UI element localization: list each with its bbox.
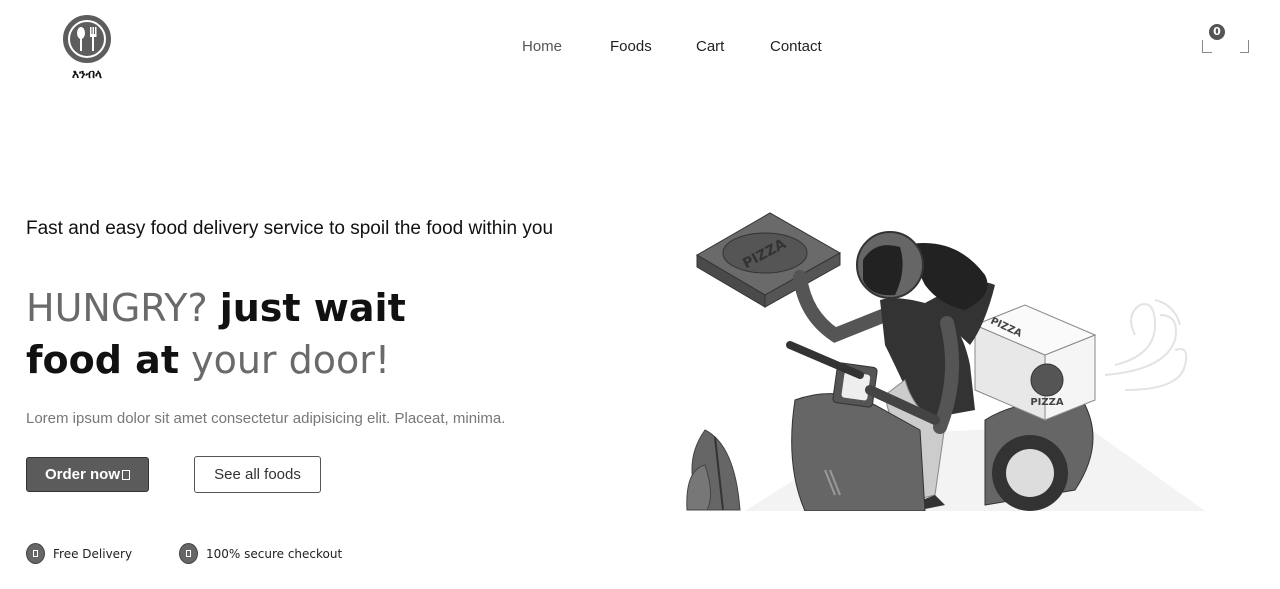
delivery-illustration: PIZZA PIZZA PIZZA	[686, 212, 1205, 511]
user-icon[interactable]	[1240, 40, 1249, 53]
nav-foods[interactable]: Foods	[610, 38, 652, 55]
feature-free-delivery: Free Delivery	[26, 543, 132, 564]
headline-accent-1: HUNGRY?	[26, 286, 208, 330]
logo[interactable]: እንብላ	[62, 15, 112, 82]
feature-label: 100% secure checkout	[206, 546, 343, 561]
arrow-right-icon	[122, 469, 130, 480]
shield-icon	[179, 543, 198, 564]
feature-label: Free Delivery	[53, 546, 133, 561]
feature-secure-checkout: 100% secure checkout	[179, 543, 342, 564]
headline-accent-2: your door!	[191, 338, 391, 382]
see-all-foods-button[interactable]: See all foods	[194, 456, 321, 493]
cart-icon[interactable]	[1202, 40, 1212, 53]
headline-text-2: food at	[26, 338, 179, 382]
nav-cart[interactable]: Cart	[696, 38, 724, 55]
cart-count-badge: 0	[1209, 24, 1225, 40]
hero-description: Lorem ipsum dolor sit amet consectetur a…	[26, 410, 506, 427]
logo-icon	[63, 15, 111, 63]
headline-text-1: just wait	[219, 286, 406, 330]
see-all-foods-label: See all foods	[214, 466, 301, 483]
svg-text:PIZZA: PIZZA	[1030, 397, 1064, 408]
hero-headline: HUNGRY? just wait food at your door!	[26, 282, 406, 386]
nav-contact[interactable]: Contact	[770, 38, 822, 55]
car-icon	[26, 543, 45, 564]
brand-name: እንብላ	[72, 67, 102, 81]
nav-home[interactable]: Home	[522, 38, 562, 55]
order-now-label: Order now	[44, 466, 120, 483]
hero-subtitle: Fast and easy food delivery service to s…	[26, 218, 554, 239]
order-now-button[interactable]: Order now	[26, 457, 149, 492]
